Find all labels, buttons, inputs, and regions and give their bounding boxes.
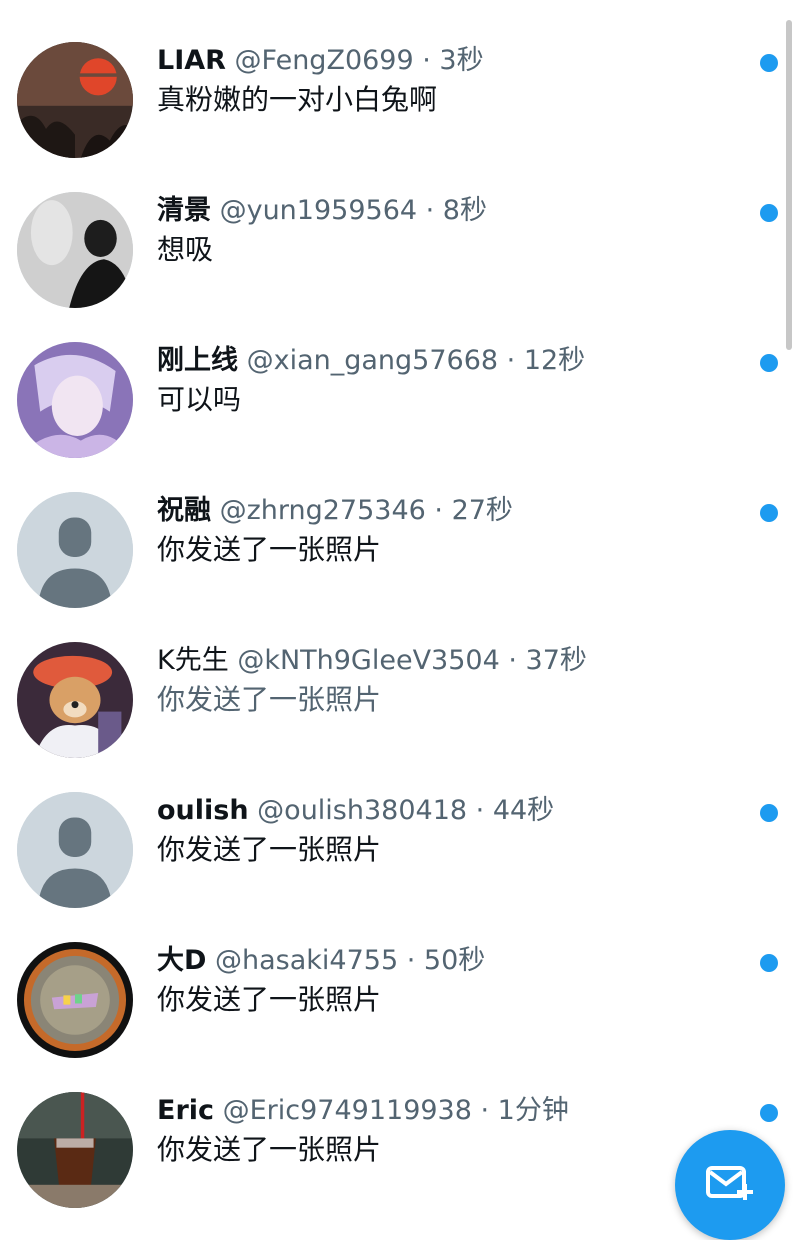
timestamp: 1分钟	[497, 1095, 569, 1126]
separator: ·	[413, 45, 440, 76]
conversation-row[interactable]: oulish @oulish380418 · 44秒 你发送了一张照片	[0, 750, 798, 908]
contact-handle: @kNTh9GleeV3504	[237, 645, 500, 676]
separator: ·	[499, 645, 526, 676]
new-message-icon	[706, 1166, 753, 1200]
separator: ·	[425, 495, 452, 526]
separator: ·	[398, 945, 424, 976]
new-message-button[interactable]	[675, 1130, 785, 1240]
unread-indicator	[760, 204, 778, 222]
scrollbar[interactable]	[786, 20, 792, 350]
message-preview: 真粉嫩的一对小白兔啊	[157, 83, 438, 116]
message-preview: 你发送了一张照片	[157, 1133, 382, 1166]
contact-name: LIAR	[157, 45, 226, 76]
unread-indicator	[760, 54, 778, 72]
conversation-row[interactable]: 清景 @yun1959564 · 8秒 想吸	[0, 150, 798, 308]
contact-handle: @FengZ0699	[234, 45, 414, 76]
avatar[interactable]	[17, 792, 133, 908]
contact-name: 祝融	[157, 495, 211, 526]
contact-name: Eric	[157, 1095, 215, 1126]
message-preview: 你发送了一张照片	[157, 983, 382, 1016]
contact-handle: @xian_gang57668	[246, 345, 499, 376]
avatar[interactable]	[17, 342, 133, 458]
contact-handle: @hasaki4755	[215, 945, 399, 976]
contact-name: oulish	[157, 795, 249, 826]
timestamp: 37秒	[525, 645, 587, 676]
conversation-list: LIAR @FengZ0699 · 3秒 真粉嫩的一对小白兔啊 清景 @yun1…	[0, 0, 798, 1208]
timestamp: 50秒	[423, 945, 486, 976]
contact-handle: @oulish380418	[257, 795, 468, 826]
avatar[interactable]	[17, 42, 133, 158]
message-preview: 你发送了一张照片	[157, 533, 382, 566]
avatar[interactable]	[17, 492, 133, 608]
contact-name: 刚上线	[157, 345, 238, 376]
avatar[interactable]	[17, 942, 133, 1058]
contact-name: 大D	[157, 945, 207, 976]
message-preview: 你发送了一张照片	[157, 683, 382, 716]
separator: ·	[467, 795, 493, 826]
message-preview: 你发送了一张照片	[157, 833, 382, 866]
timestamp: 8秒	[442, 195, 487, 226]
contact-handle: @yun1959564	[219, 195, 418, 226]
contact-name: K先生	[157, 645, 229, 676]
unread-indicator	[760, 804, 778, 822]
avatar[interactable]	[17, 642, 133, 758]
separator: ·	[417, 195, 443, 226]
message-preview: 想吸	[157, 233, 214, 266]
avatar[interactable]	[17, 1092, 133, 1208]
conversation-row[interactable]: 祝融 @zhrng275346 · 27秒 你发送了一张照片	[0, 450, 798, 608]
unread-indicator	[760, 504, 778, 522]
unread-indicator	[760, 954, 778, 972]
unread-indicator	[760, 1104, 778, 1122]
separator: ·	[498, 345, 524, 376]
timestamp: 3秒	[439, 45, 484, 76]
conversation-row[interactable]: LIAR @FengZ0699 · 3秒 真粉嫩的一对小白兔啊	[0, 0, 798, 158]
contact-name: 清景	[157, 195, 211, 226]
message-preview: 可以吗	[157, 383, 242, 416]
contact-handle: @zhrng275346	[219, 495, 426, 526]
avatar[interactable]	[17, 192, 133, 308]
contact-handle: @Eric9749119938	[222, 1095, 472, 1126]
unread-indicator	[760, 354, 778, 372]
conversation-row[interactable]: K先生 @kNTh9GleeV3504 · 37秒 你发送了一张照片	[0, 600, 798, 758]
timestamp: 27秒	[451, 495, 513, 526]
conversation-row[interactable]: 大D @hasaki4755 · 50秒 你发送了一张照片	[0, 900, 798, 1058]
conversation-row[interactable]: 刚上线 @xian_gang57668 · 12秒 可以吗	[0, 300, 798, 458]
separator: ·	[471, 1095, 498, 1126]
timestamp: 44秒	[492, 795, 555, 826]
timestamp: 12秒	[523, 345, 586, 376]
